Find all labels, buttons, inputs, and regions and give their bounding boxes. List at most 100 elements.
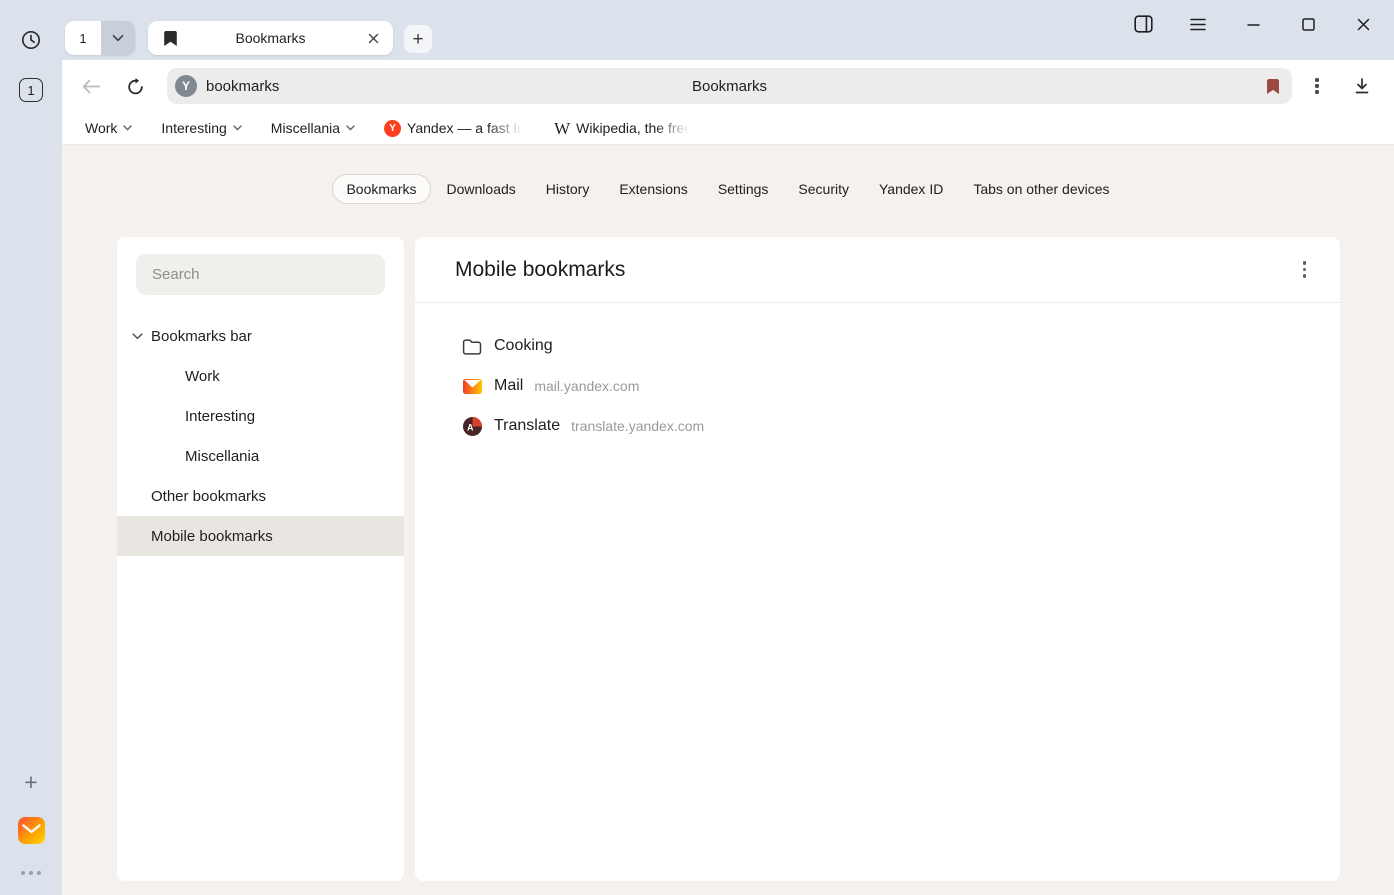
- tab-group-count-button[interactable]: 1: [65, 21, 101, 55]
- tree-item-label: Interesting: [185, 408, 255, 425]
- tab-group-expand-button[interactable]: [101, 21, 135, 55]
- tree-item-mobile-bookmarks[interactable]: Mobile bookmarks: [117, 516, 404, 556]
- bookmarks-tree-panel: Bookmarks bar Work Interesting Miscellan…: [117, 237, 404, 881]
- rail-more-button[interactable]: [21, 871, 41, 875]
- list-item-mail[interactable]: Mail mail.yandex.com: [415, 366, 1340, 406]
- bookmark-name: Cooking: [494, 337, 553, 355]
- tree-item-label: Mobile bookmarks: [151, 528, 273, 545]
- minimize-icon: [1247, 18, 1260, 31]
- tab-security[interactable]: Security: [784, 174, 863, 204]
- reload-button[interactable]: [120, 71, 150, 101]
- chevron-down-icon: [346, 125, 355, 131]
- search-input[interactable]: [136, 254, 385, 295]
- reload-icon: [126, 77, 145, 96]
- window-controls: [1132, 13, 1374, 35]
- browser-menu-button[interactable]: [1187, 13, 1209, 35]
- side-rail: 1 +: [0, 0, 62, 895]
- tree-item-label: Work: [185, 368, 220, 385]
- bookmarks-bar-link-yandex[interactable]: Y Yandex — a fast In: [384, 120, 525, 137]
- rail-add-button[interactable]: +: [24, 771, 37, 793]
- tree-item-other-bookmarks[interactable]: Other bookmarks: [117, 476, 404, 516]
- bookmarks-tree: Bookmarks bar Work Interesting Miscellan…: [117, 316, 404, 556]
- bookmark-flag-button[interactable]: [1266, 78, 1280, 95]
- folder-label: Interesting: [161, 120, 226, 136]
- chevron-down-icon: [233, 125, 242, 131]
- list-item-translate[interactable]: A Translate translate.yandex.com: [415, 406, 1340, 446]
- tree-item-bookmarks-bar[interactable]: Bookmarks bar: [117, 316, 404, 356]
- address-bar[interactable]: Y bookmarks Bookmarks: [167, 68, 1292, 104]
- tree-item-label: Miscellania: [185, 448, 259, 465]
- tab-other-devices[interactable]: Tabs on other devices: [959, 174, 1123, 204]
- tab-yandex-id[interactable]: Yandex ID: [865, 174, 957, 204]
- kebab-icon: [1303, 261, 1307, 278]
- window-close-button[interactable]: [1352, 13, 1374, 35]
- bookmarks-manager-page: Bookmarks Downloads History Extensions S…: [62, 145, 1394, 895]
- bookmark-label: Yandex — a fast In: [407, 120, 525, 136]
- address-bar-menu-button[interactable]: [1304, 73, 1330, 99]
- list-item-cooking[interactable]: Cooking: [415, 326, 1340, 366]
- browser-toolbar: Y bookmarks Bookmarks: [62, 60, 1394, 112]
- tab-bookmarks[interactable]: Bookmarks: [332, 174, 430, 204]
- tab-downloads[interactable]: Downloads: [433, 174, 530, 204]
- folder-icon: [462, 336, 482, 356]
- window-maximize-button[interactable]: [1297, 13, 1319, 35]
- workspace-number-badge[interactable]: 1: [19, 78, 43, 102]
- workspace-number: 1: [27, 83, 34, 98]
- tree-item-interesting[interactable]: Interesting: [117, 396, 404, 436]
- rail-bottom-group: +: [18, 771, 45, 895]
- window-minimize-button[interactable]: [1242, 13, 1264, 35]
- page-title: Bookmarks: [167, 78, 1292, 95]
- bookmark-url: mail.yandex.com: [534, 378, 639, 394]
- bookmark-name: Mail: [494, 377, 523, 395]
- tree-item-miscellania[interactable]: Miscellania: [117, 436, 404, 476]
- folder-label: Miscellania: [271, 120, 340, 136]
- back-arrow-icon: [82, 79, 101, 94]
- tab-group: 1: [65, 21, 135, 55]
- url-text: bookmarks: [206, 78, 279, 95]
- yandex-favicon: Y: [384, 120, 401, 137]
- tab-settings[interactable]: Settings: [704, 174, 783, 204]
- download-icon: [1353, 77, 1371, 95]
- list-panel-header: Mobile bookmarks: [415, 237, 1340, 303]
- chevron-down-icon: [112, 34, 124, 42]
- kebab-icon: [1315, 78, 1318, 93]
- bookmarks-page-icon: [163, 30, 178, 47]
- site-favicon: Y: [175, 75, 197, 97]
- chevron-down-icon[interactable]: [132, 333, 143, 340]
- bookmarks-bar-folder-interesting[interactable]: Interesting: [161, 120, 241, 136]
- close-icon: [368, 33, 379, 44]
- back-button[interactable]: [76, 71, 106, 101]
- downloads-button[interactable]: [1348, 72, 1376, 100]
- bookmarks-bar-folder-miscellania[interactable]: Miscellania: [271, 120, 355, 136]
- new-tab-button[interactable]: +: [404, 25, 432, 53]
- tab-strip: 1 Bookmarks +: [62, 0, 1394, 60]
- bookmark-label: Wikipedia, the free: [576, 120, 692, 136]
- tab-close-button[interactable]: [362, 27, 384, 49]
- bookmarks-bar-folder-work[interactable]: Work: [85, 120, 132, 136]
- tree-item-work[interactable]: Work: [117, 356, 404, 396]
- maximize-icon: [1302, 18, 1315, 31]
- folder-label: Work: [85, 120, 117, 136]
- manager-panels: Bookmarks bar Work Interesting Miscellan…: [117, 237, 1340, 881]
- bookmark-url: translate.yandex.com: [571, 418, 704, 434]
- bookmark-list: Cooking Mail mail.yandex.com: [415, 303, 1340, 446]
- tab-history[interactable]: History: [532, 174, 604, 204]
- tree-item-label: Bookmarks bar: [151, 328, 252, 345]
- manager-nav-tabs: Bookmarks Downloads History Extensions S…: [62, 145, 1394, 204]
- tab-title: Bookmarks: [178, 30, 363, 46]
- panel-menu-button[interactable]: [1298, 256, 1312, 283]
- bookmarks-list-panel: Mobile bookmarks Cooking: [415, 237, 1340, 881]
- yandex-mail-app-icon[interactable]: [18, 817, 45, 844]
- panel-title: Mobile bookmarks: [455, 258, 625, 282]
- browser-tab[interactable]: Bookmarks: [148, 21, 393, 55]
- close-icon: [1357, 18, 1370, 31]
- yandex-mail-icon: [462, 376, 482, 396]
- history-clock-icon[interactable]: [20, 29, 42, 51]
- tab-extensions[interactable]: Extensions: [605, 174, 701, 204]
- hamburger-menu-icon: [1190, 18, 1206, 31]
- tree-item-label: Other bookmarks: [151, 488, 266, 505]
- tab-group-count: 1: [79, 31, 86, 46]
- bookmarks-bar-link-wikipedia[interactable]: W Wikipedia, the free: [554, 120, 692, 137]
- side-panel-toggle-button[interactable]: [1132, 13, 1154, 35]
- bookmarks-bar: Work Interesting Miscellania Y Yandex — …: [62, 112, 1394, 145]
